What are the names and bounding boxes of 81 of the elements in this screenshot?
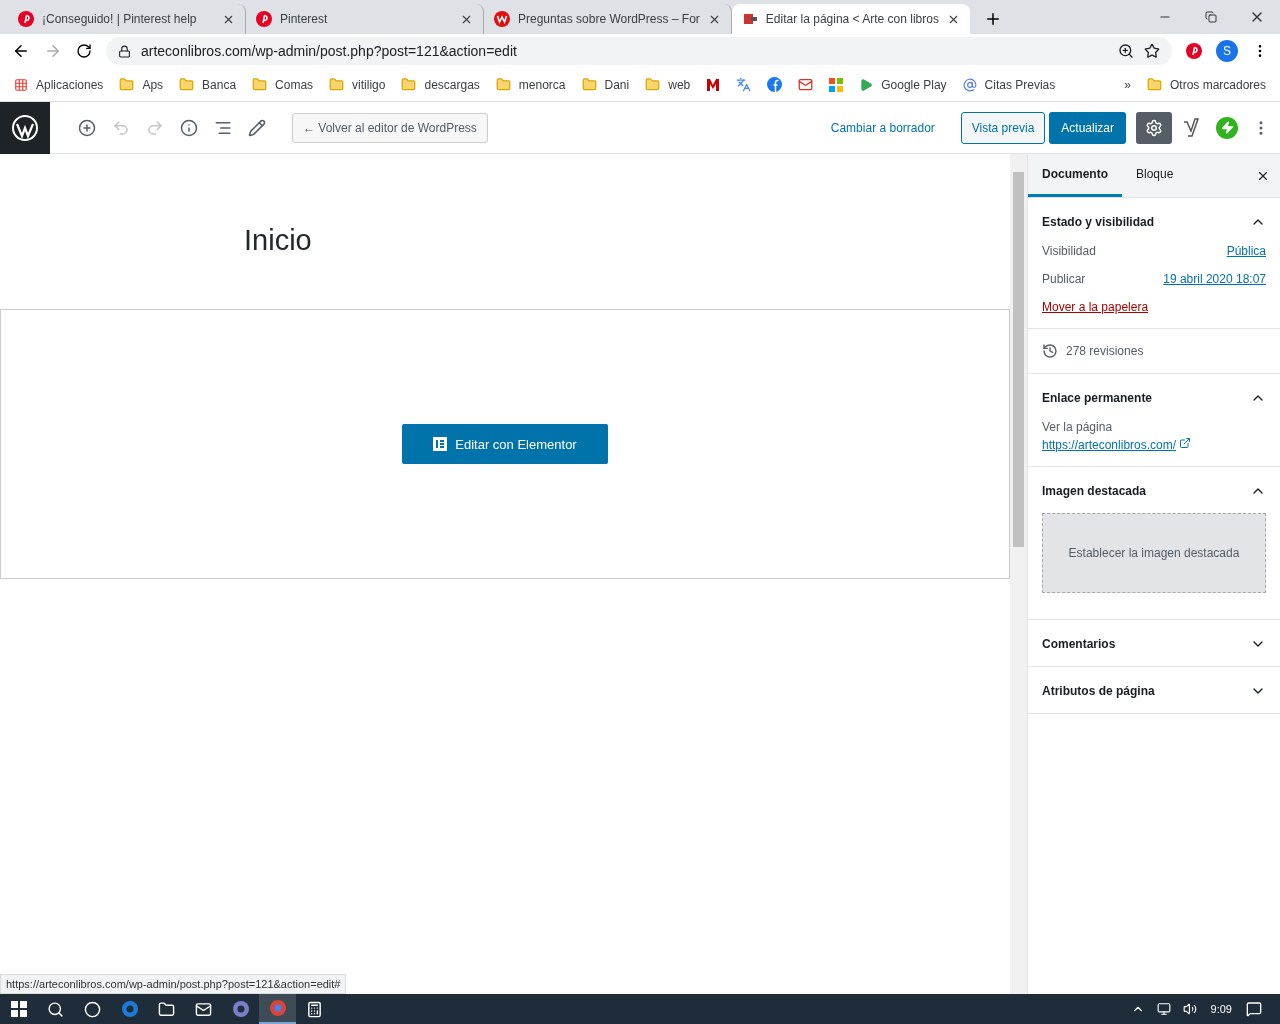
bookmark[interactable]: Aplicaciones [14, 77, 104, 92]
preview-button[interactable]: Vista previa [960, 111, 1046, 144]
edit-with-elementor-button[interactable]: Editar con Elementor [402, 424, 608, 464]
wordpress-icon [494, 11, 510, 27]
back-to-editor-button[interactable]: ← Volver al editor de WordPress [292, 112, 488, 143]
trash-link[interactable]: Mover a la papelera [1042, 300, 1149, 314]
history-icon [1042, 343, 1058, 359]
clock[interactable]: 9:09 [1210, 1003, 1232, 1015]
sidebar-tab[interactable]: Bloque [1122, 154, 1188, 197]
folder-icon [581, 77, 597, 92]
site-icon [741, 11, 758, 27]
bookmark[interactable]: Banca [179, 77, 237, 92]
panel-header[interactable]: Comentarios [1042, 620, 1266, 652]
page-title[interactable]: Inicio [244, 224, 1010, 257]
bookmark[interactable]: web [645, 77, 691, 92]
set-featured-image-button[interactable]: Establecer la imagen destacada [1042, 513, 1266, 593]
apps-icon [14, 77, 28, 92]
chrome-icon[interactable] [259, 994, 296, 1024]
field-label: Ver la página [1042, 420, 1114, 434]
facebook-icon[interactable] [767, 77, 783, 92]
bookmark[interactable]: Aps [119, 77, 164, 92]
address-bar[interactable]: arteconlibros.com/wp-admin/post.php?post=121&action=edit [106, 37, 1172, 65]
tiles-icon[interactable] [829, 77, 844, 92]
back-icon[interactable] [12, 42, 30, 60]
zoom-icon[interactable] [1118, 43, 1134, 59]
translate-icon[interactable] [736, 77, 752, 92]
folder-icon [645, 77, 661, 92]
bookmark[interactable]: vitiligo [329, 77, 386, 92]
folder-icon [1146, 77, 1162, 92]
field-link[interactable]: 19 abril 2020 18:07 [1163, 272, 1266, 286]
settings-icon [1145, 118, 1163, 137]
folder-icon [119, 77, 135, 92]
more-bookmarks[interactable]: » [1124, 77, 1131, 92]
bookmark[interactable]: descargas [401, 77, 480, 92]
settings-button[interactable] [1136, 111, 1172, 144]
sidebar-tab[interactable]: Documento [1028, 154, 1122, 197]
field-label: Visibilidad [1042, 244, 1096, 258]
play-icon [859, 77, 874, 92]
external-link-icon [1179, 437, 1192, 449]
bookmark[interactable]: Citas Previas [962, 77, 1056, 92]
bookmark[interactable]: Dani [581, 77, 630, 92]
reload-icon[interactable] [76, 43, 92, 59]
scrollbar[interactable] [1010, 154, 1027, 994]
switch-to-draft-link[interactable]: Cambiar a borrador [824, 119, 941, 136]
panel-header[interactable]: Atributos de página [1042, 667, 1266, 699]
star-icon[interactable] [1144, 43, 1160, 59]
lock-icon [118, 44, 131, 58]
link-preview: https://arteconlibros.com/wp-admin/post.php?post=121&action=edit# [0, 974, 347, 994]
url-text: arteconlibros.com/wp-admin/post.php?post=121&action=edit [141, 43, 518, 59]
folder-icon [179, 77, 195, 92]
panel-header[interactable]: Estado y visibilidad [1042, 198, 1266, 230]
wordpress-logo[interactable] [0, 101, 50, 154]
panel-header[interactable]: Enlace permanente [1042, 374, 1266, 406]
field-link[interactable]: Pública [1226, 244, 1266, 258]
profile-avatar[interactable]: S [1216, 40, 1238, 62]
bookmark[interactable]: menorca [495, 77, 566, 92]
bookmark[interactable]: Otros marcadores [1146, 77, 1266, 92]
folder-icon [329, 77, 345, 92]
bookmark[interactable]: Google Play [859, 77, 947, 92]
bookmark[interactable]: Comas [252, 77, 314, 92]
update-button[interactable]: Actualizar [1049, 111, 1126, 144]
revisions-link[interactable]: 278 revisiones [1066, 344, 1144, 358]
panel-header[interactable]: Imagen destacada [1042, 467, 1266, 499]
folder-icon [495, 77, 511, 92]
at-icon [962, 77, 977, 92]
bolt-icon[interactable] [1216, 116, 1238, 139]
browser-tab[interactable]: Editar la página < Arte con libros [731, 4, 970, 34]
field-label: Publicar [1042, 272, 1086, 286]
elementor-icon [433, 437, 448, 451]
volume-icon[interactable] [1182, 1002, 1197, 1016]
notifications-icon[interactable] [1246, 1001, 1262, 1017]
permalink-link[interactable]: https://arteconlibros.com/ [1042, 438, 1177, 452]
folder-icon [401, 77, 417, 92]
restore-icon[interactable] [1205, 11, 1217, 23]
folder-icon [252, 77, 268, 92]
m-logo-icon[interactable] [706, 77, 721, 92]
pinterest-icon [18, 11, 34, 27]
network-icon[interactable] [1156, 1002, 1171, 1016]
yoast-icon[interactable] [1182, 117, 1200, 138]
pinterest-icon[interactable] [1186, 43, 1202, 59]
pinterest-icon [256, 11, 272, 27]
